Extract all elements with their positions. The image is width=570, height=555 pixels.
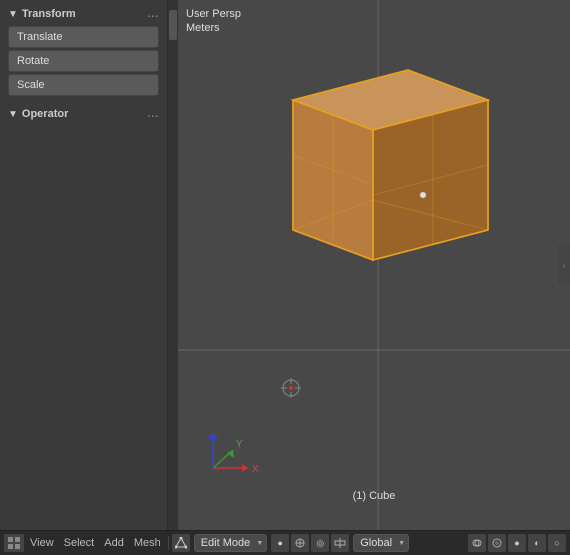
viewport-icon[interactable] [4, 534, 24, 552]
translate-button[interactable]: Translate [8, 26, 159, 48]
snap-icon[interactable] [291, 534, 309, 552]
proportional-edit-icon[interactable]: ◎ [311, 534, 329, 552]
global-label: Global [360, 537, 392, 549]
scale-button[interactable]: Scale [8, 74, 159, 96]
edit-mode-selector[interactable]: Edit Mode [194, 534, 268, 552]
transform-header-label: Transform [22, 8, 76, 20]
viewport[interactable]: X Y [178, 0, 570, 530]
operator-dots: ... [148, 109, 159, 120]
viewport-units-label: Meters [186, 22, 241, 34]
svg-text:Y: Y [236, 439, 243, 450]
overlay-icon[interactable] [468, 534, 486, 552]
mesh-label[interactable]: Mesh [130, 537, 165, 549]
transform-buttons: Translate Rotate Scale [0, 24, 167, 98]
add-label[interactable]: Add [100, 537, 128, 549]
operator-header-label: Operator [22, 108, 68, 120]
statusbar: View Select Add Mesh Edit Mode ● ◎ [0, 530, 570, 555]
operator-section-header[interactable]: ▼ Operator ... [0, 104, 167, 124]
operator-arrow-icon: ▼ [8, 109, 18, 120]
material-mode-icon[interactable]: ◐ [528, 534, 546, 552]
object-name-label: (1) Cube [353, 490, 396, 502]
viewport-mode-label: User Persp [186, 8, 241, 20]
pivot-icon[interactable]: ● [271, 534, 289, 552]
view-label[interactable]: View [26, 537, 58, 549]
grid-background: X Y [178, 0, 570, 530]
transform-arrow-icon: ▼ [8, 9, 18, 20]
select-label[interactable]: Select [60, 537, 99, 549]
operator-section: ▼ Operator ... [0, 104, 167, 124]
sidebar: ▼ Transform ... Translate Rotate Scale ▼… [0, 0, 168, 530]
sidebar-scroll-handle[interactable] [169, 10, 177, 40]
sidebar-scrollbar[interactable] [168, 0, 178, 530]
global-selector[interactable]: Global [353, 534, 409, 552]
viewport-info: User Persp Meters [186, 8, 241, 34]
separator-1 [168, 536, 169, 550]
rotate-button[interactable]: Rotate [8, 50, 159, 72]
transform-icon[interactable] [331, 534, 349, 552]
xray-icon[interactable] [488, 534, 506, 552]
right-panel-toggle[interactable]: ‹ [558, 245, 570, 285]
render-mode-icon[interactable]: ○ [548, 534, 566, 552]
solid-mode-icon[interactable]: ● [508, 534, 526, 552]
svg-text:X: X [252, 464, 259, 475]
transform-dots: ... [148, 9, 159, 20]
transform-section-header[interactable]: ▼ Transform ... [0, 4, 167, 24]
mesh-mode-icon[interactable] [172, 534, 190, 552]
edit-mode-label: Edit Mode [201, 537, 251, 549]
